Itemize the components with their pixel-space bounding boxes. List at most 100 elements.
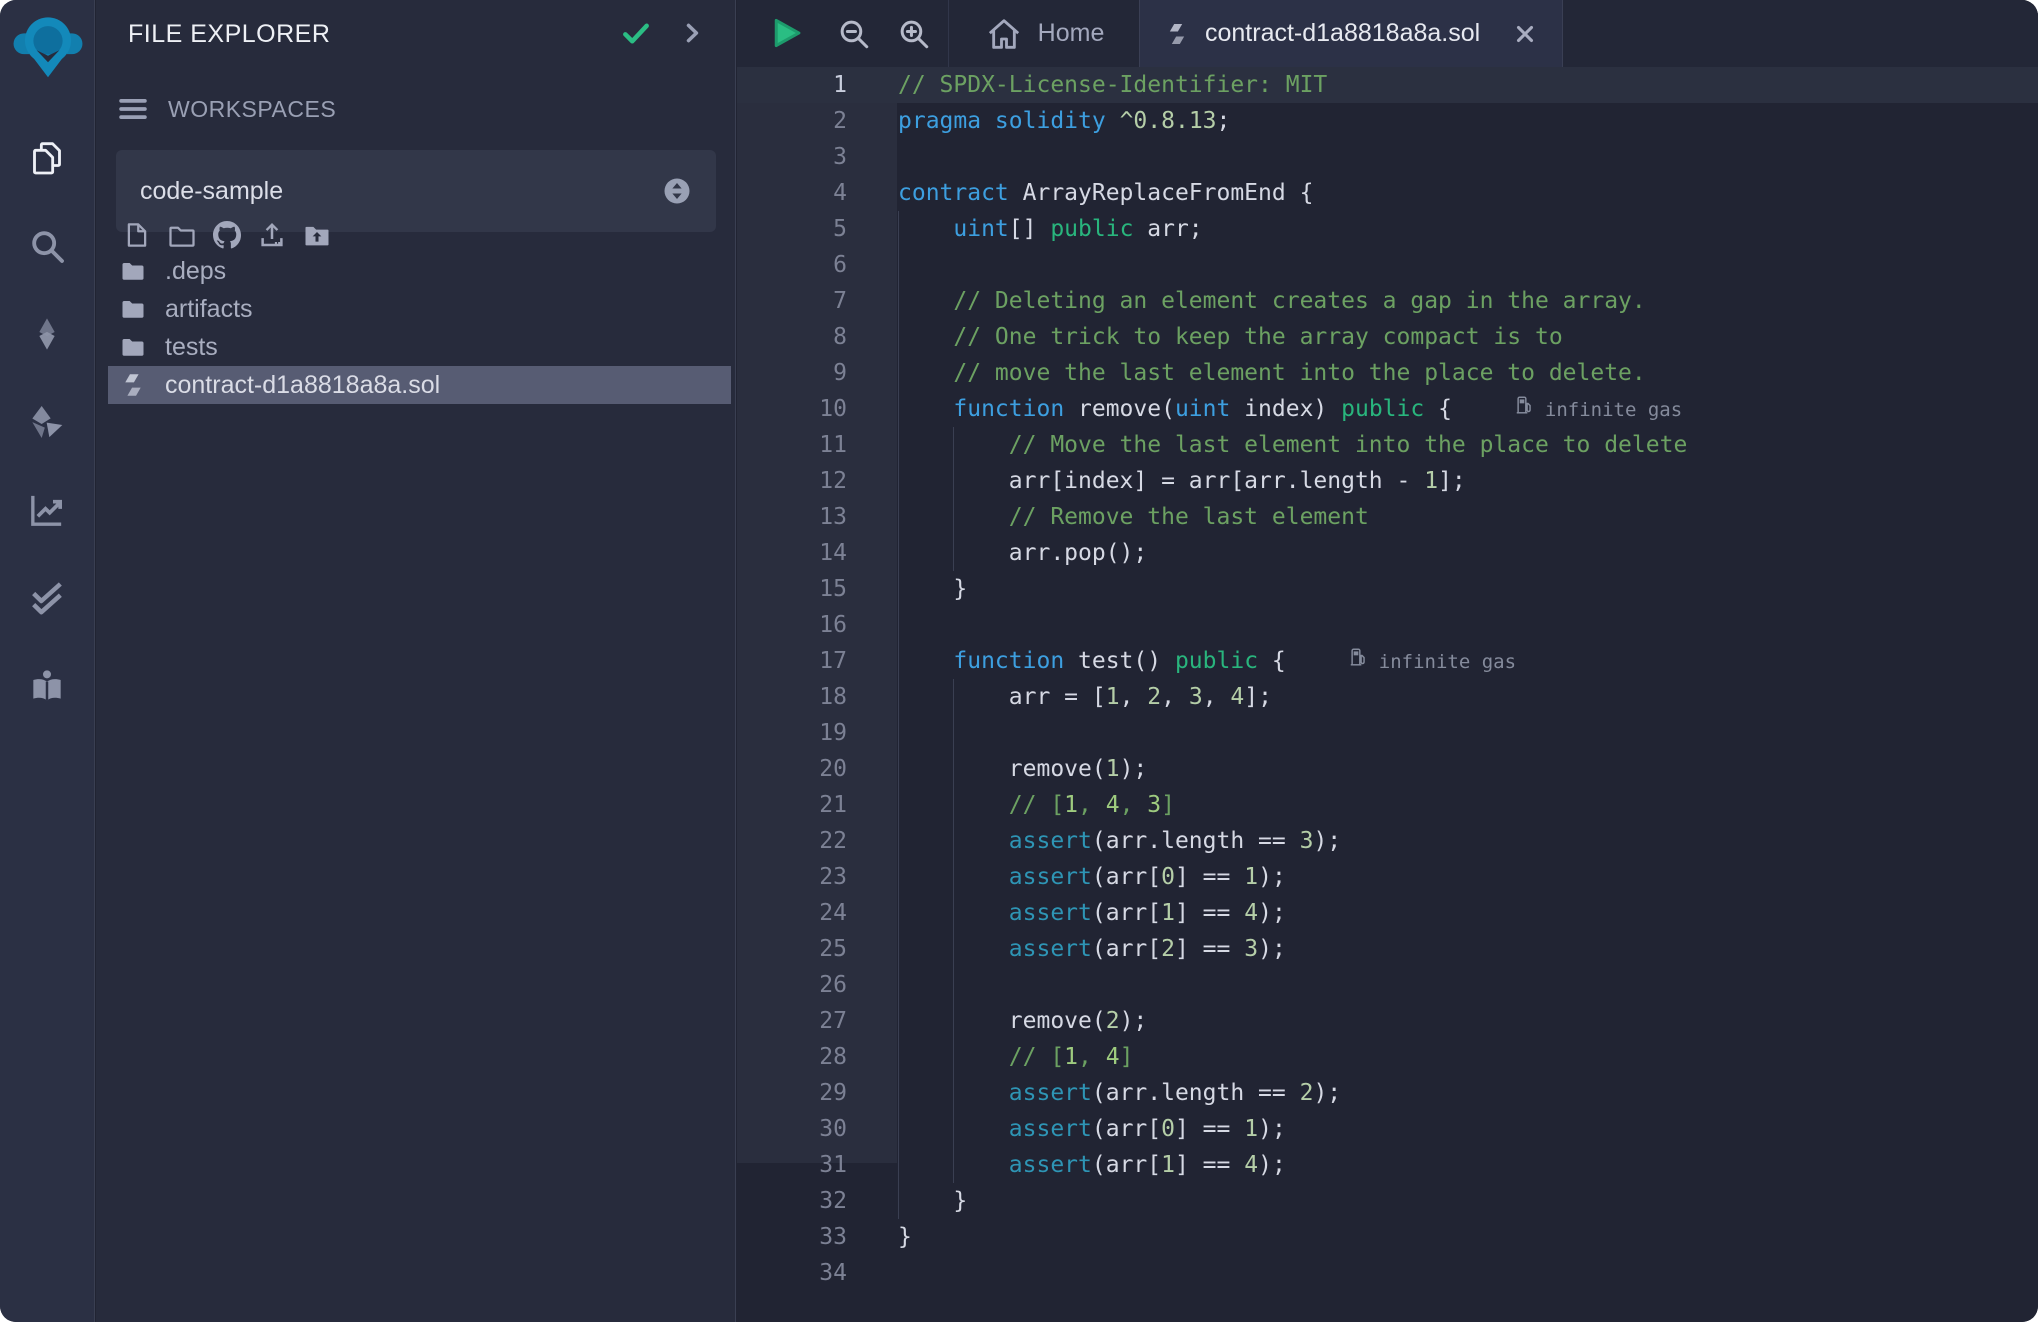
code-text: } xyxy=(898,1219,912,1255)
code-line[interactable]: 34 xyxy=(737,1255,2038,1291)
chevron-right-icon[interactable] xyxy=(678,19,706,47)
new-folder-icon[interactable] xyxy=(167,220,197,250)
code-line[interactable]: 25 assert(arr[2] == 3); xyxy=(737,931,2038,967)
code-text: } xyxy=(898,1183,967,1219)
code-text: arr = [1, 2, 3, 4]; xyxy=(898,679,1272,715)
code-text: assert(arr[0] == 1); xyxy=(898,859,1286,895)
code-line[interactable]: 30 assert(arr[0] == 1); xyxy=(737,1111,2038,1147)
line-number: 33 xyxy=(737,1219,897,1255)
code-line[interactable]: 33} xyxy=(737,1219,2038,1255)
code-line[interactable]: 12 arr[index] = arr[arr.length - 1]; xyxy=(737,463,2038,499)
tab-home[interactable]: Home xyxy=(949,0,1139,67)
code-line[interactable]: 26 xyxy=(737,967,2038,1003)
code-line[interactable]: 32 } xyxy=(737,1183,2038,1219)
code-line[interactable]: 6 xyxy=(737,247,2038,283)
line-number: 18 xyxy=(737,679,897,715)
rail-item-unit-testing[interactable] xyxy=(27,578,67,618)
rail-item-deploy-run[interactable] xyxy=(27,402,67,442)
new-file-icon[interactable] xyxy=(122,220,152,250)
code-line[interactable]: 4contract ArrayReplaceFromEnd { xyxy=(737,175,2038,211)
github-icon[interactable] xyxy=(212,220,242,250)
line-number: 22 xyxy=(737,823,897,859)
line-number: 28 xyxy=(737,1039,897,1075)
icon-rail xyxy=(0,0,95,1322)
zoom-out-icon[interactable] xyxy=(836,16,872,52)
code-editor[interactable]: 1// SPDX-License-Identifier: MIT2pragma … xyxy=(737,67,2038,1322)
file-label: .deps xyxy=(165,257,226,286)
code-text: remove(1); xyxy=(898,751,1147,787)
rail-item-file-explorer[interactable] xyxy=(27,138,67,178)
tab-contract-file[interactable]: contract-d1a8818a8a.sol xyxy=(1139,0,1563,67)
line-number: 29 xyxy=(737,1075,897,1111)
code-line[interactable]: 13 // Remove the last element xyxy=(737,499,2038,535)
code-line[interactable]: 11 // Move the last element into the pla… xyxy=(737,427,2038,463)
file-row-contract-d1a8818a8a.sol[interactable]: contract-d1a8818a8a.sol xyxy=(108,366,731,404)
code-line[interactable]: 16 xyxy=(737,607,2038,643)
code-line[interactable]: 19 xyxy=(737,715,2038,751)
code-text: // [1, 4, 3] xyxy=(898,787,1175,823)
run-play-icon[interactable] xyxy=(768,15,804,51)
code-text: // One trick to keep the array compact i… xyxy=(898,319,1563,355)
code-text: arr[index] = arr[arr.length - 1]; xyxy=(898,463,1466,499)
line-number: 30 xyxy=(737,1111,897,1147)
line-number: 17 xyxy=(737,643,897,679)
code-line[interactable]: 3 xyxy=(737,139,2038,175)
check-icon[interactable] xyxy=(620,17,652,49)
rail-item-learneth[interactable] xyxy=(27,666,67,706)
rail-item-solidity-compiler[interactable] xyxy=(27,314,67,354)
rail-item-statistics[interactable] xyxy=(27,490,67,530)
workspace-select-value: code-sample xyxy=(140,177,283,206)
code-text: remove(2); xyxy=(898,1003,1147,1039)
line-number: 6 xyxy=(737,247,897,283)
code-line[interactable]: 18 arr = [1, 2, 3, 4]; xyxy=(737,679,2038,715)
code-line[interactable]: 24 assert(arr[1] == 4); xyxy=(737,895,2038,931)
code-line[interactable]: 10 function remove(uint index) public {i… xyxy=(737,391,2038,427)
line-number: 21 xyxy=(737,787,897,823)
code-text: // SPDX-License-Identifier: MIT xyxy=(898,67,1327,103)
code-line[interactable]: 7 // Deleting an element creates a gap i… xyxy=(737,283,2038,319)
file-actions-toolbar xyxy=(122,220,332,250)
line-number: 16 xyxy=(737,607,897,643)
solidity-file-icon xyxy=(119,371,147,399)
code-line[interactable]: 27 remove(2); xyxy=(737,1003,2038,1039)
line-number: 19 xyxy=(737,715,897,751)
zoom-in-icon[interactable] xyxy=(896,16,932,52)
code-line[interactable]: 15 } xyxy=(737,571,2038,607)
file-label: contract-d1a8818a8a.sol xyxy=(165,371,440,400)
code-text: // [1, 4] xyxy=(898,1039,1133,1075)
remix-logo-icon[interactable] xyxy=(9,7,87,85)
code-lines: 1// SPDX-License-Identifier: MIT2pragma … xyxy=(737,67,2038,1291)
code-line[interactable]: 8 // One trick to keep the array compact… xyxy=(737,319,2038,355)
hamburger-menu-icon[interactable] xyxy=(116,94,150,124)
code-line[interactable]: 5 uint[] public arr; xyxy=(737,211,2038,247)
folder-row-.deps[interactable]: .deps xyxy=(96,252,735,290)
close-icon[interactable] xyxy=(1512,21,1538,47)
code-line[interactable]: 9 // move the last element into the plac… xyxy=(737,355,2038,391)
code-line[interactable]: 31 assert(arr[1] == 4); xyxy=(737,1147,2038,1183)
remix-ide-window: FILE EXPLORER WORKSPACES code-sample .de… xyxy=(0,0,2038,1322)
code-line[interactable]: 2pragma solidity ^0.8.13; xyxy=(737,103,2038,139)
line-number: 25 xyxy=(737,931,897,967)
code-line[interactable]: 1// SPDX-License-Identifier: MIT xyxy=(737,67,2038,103)
line-number: 10 xyxy=(737,391,897,427)
solidity-file-icon xyxy=(1164,21,1190,47)
line-number: 15 xyxy=(737,571,897,607)
upload-file-icon[interactable] xyxy=(257,220,287,250)
code-line[interactable]: 28 // [1, 4] xyxy=(737,1039,2038,1075)
folder-row-artifacts[interactable]: artifacts xyxy=(96,290,735,328)
code-text: function remove(uint index) public {infi… xyxy=(898,391,1682,427)
code-line[interactable]: 22 assert(arr.length == 3); xyxy=(737,823,2038,859)
line-number: 4 xyxy=(737,175,897,211)
code-line[interactable]: 21 // [1, 4, 3] xyxy=(737,787,2038,823)
upload-folder-icon[interactable] xyxy=(302,220,332,250)
code-line[interactable]: 14 arr.pop(); xyxy=(737,535,2038,571)
code-text: arr.pop(); xyxy=(898,535,1147,571)
code-line[interactable]: 20 remove(1); xyxy=(737,751,2038,787)
folder-row-tests[interactable]: tests xyxy=(96,328,735,366)
rail-item-search[interactable] xyxy=(27,226,67,266)
code-line[interactable]: 17 function test() public {infinite gas xyxy=(737,643,2038,679)
line-number: 14 xyxy=(737,535,897,571)
code-line[interactable]: 29 assert(arr.length == 2); xyxy=(737,1075,2038,1111)
code-line[interactable]: 23 assert(arr[0] == 1); xyxy=(737,859,2038,895)
code-text: } xyxy=(898,571,967,607)
